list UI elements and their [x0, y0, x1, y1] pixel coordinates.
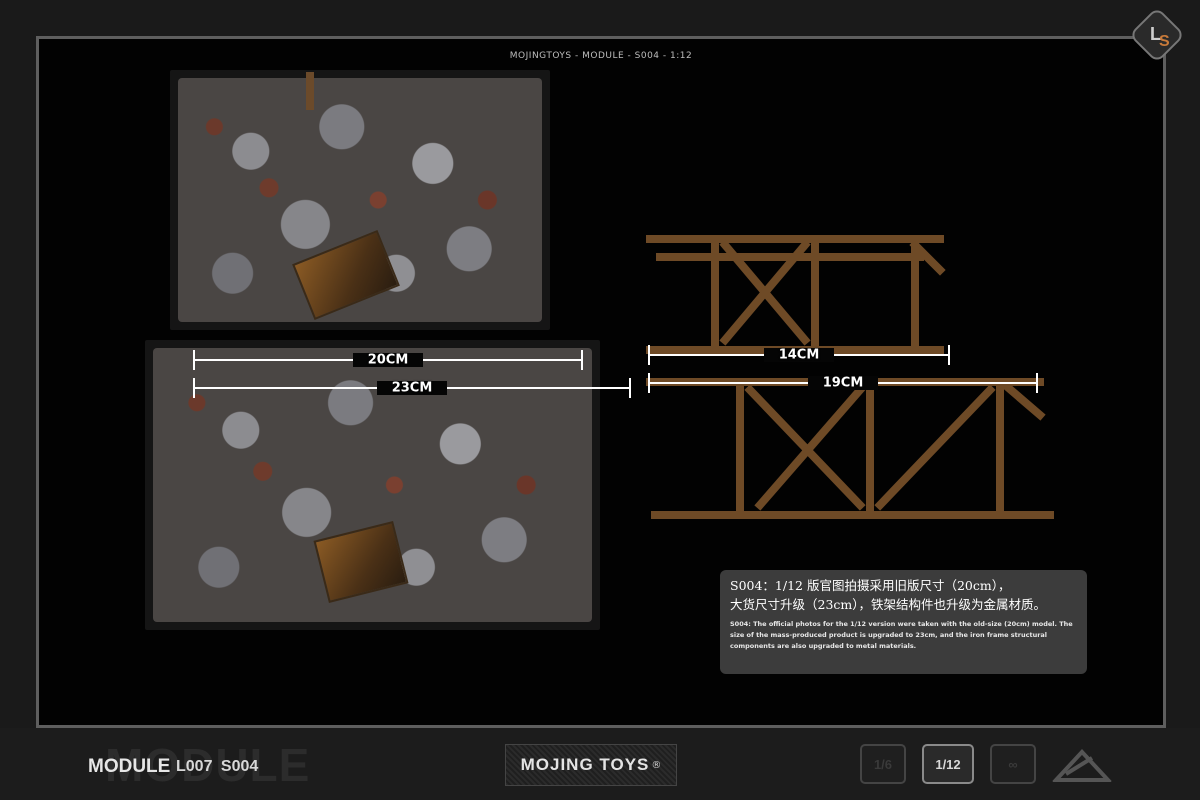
module-codes: L007 S004: [176, 758, 259, 775]
scale-badge-1-12[interactable]: 1/12: [922, 744, 974, 784]
dimension-14cm: 14CM: [648, 345, 950, 365]
rebar-post: [306, 72, 314, 110]
dimension-19cm: 19CM: [648, 373, 1038, 393]
svg-text:S: S: [1159, 33, 1170, 50]
footer-bar: MODULE MODULE L007 S004 MOJING TOYS ® 1/…: [0, 728, 1200, 800]
info-cn-line-1: S004：1/12 版官图拍摄采用旧版尺寸（20cm），: [730, 578, 1011, 593]
dimension-label: 23CM: [391, 380, 433, 396]
brand-logo: MOJING TOYS ®: [505, 744, 677, 786]
scale-badge-infinity[interactable]: ∞: [990, 744, 1036, 784]
info-cn-line-2: 大货尺寸升级（23cm），铁架结构件也升级为金属材质。: [730, 597, 1047, 612]
dimension-label: 19CM: [822, 375, 864, 391]
info-en-text: S004: The official photos for the 1/12 v…: [730, 620, 1073, 650]
dimension-23cm: 23CM: [193, 378, 631, 398]
brand-name: MOJING TOYS: [520, 755, 650, 774]
dimension-20cm: 20CM: [193, 350, 583, 370]
terrain-scale-icon: [1052, 749, 1112, 782]
ls-logo-icon: L S: [1132, 10, 1182, 60]
dimension-label: 20CM: [367, 352, 409, 368]
header-title: MOJINGTOYS - MODULE - S004 - 1:12: [509, 51, 693, 61]
registered-mark: ®: [651, 759, 662, 771]
info-box: S004：1/12 版官图拍摄采用旧版尺寸（20cm）， 大货尺寸升级（23cm…: [720, 570, 1087, 674]
scale-badge-1-6[interactable]: 1/6: [860, 744, 906, 784]
dimension-label: 14CM: [778, 347, 820, 363]
module-label: MODULE: [88, 756, 171, 777]
